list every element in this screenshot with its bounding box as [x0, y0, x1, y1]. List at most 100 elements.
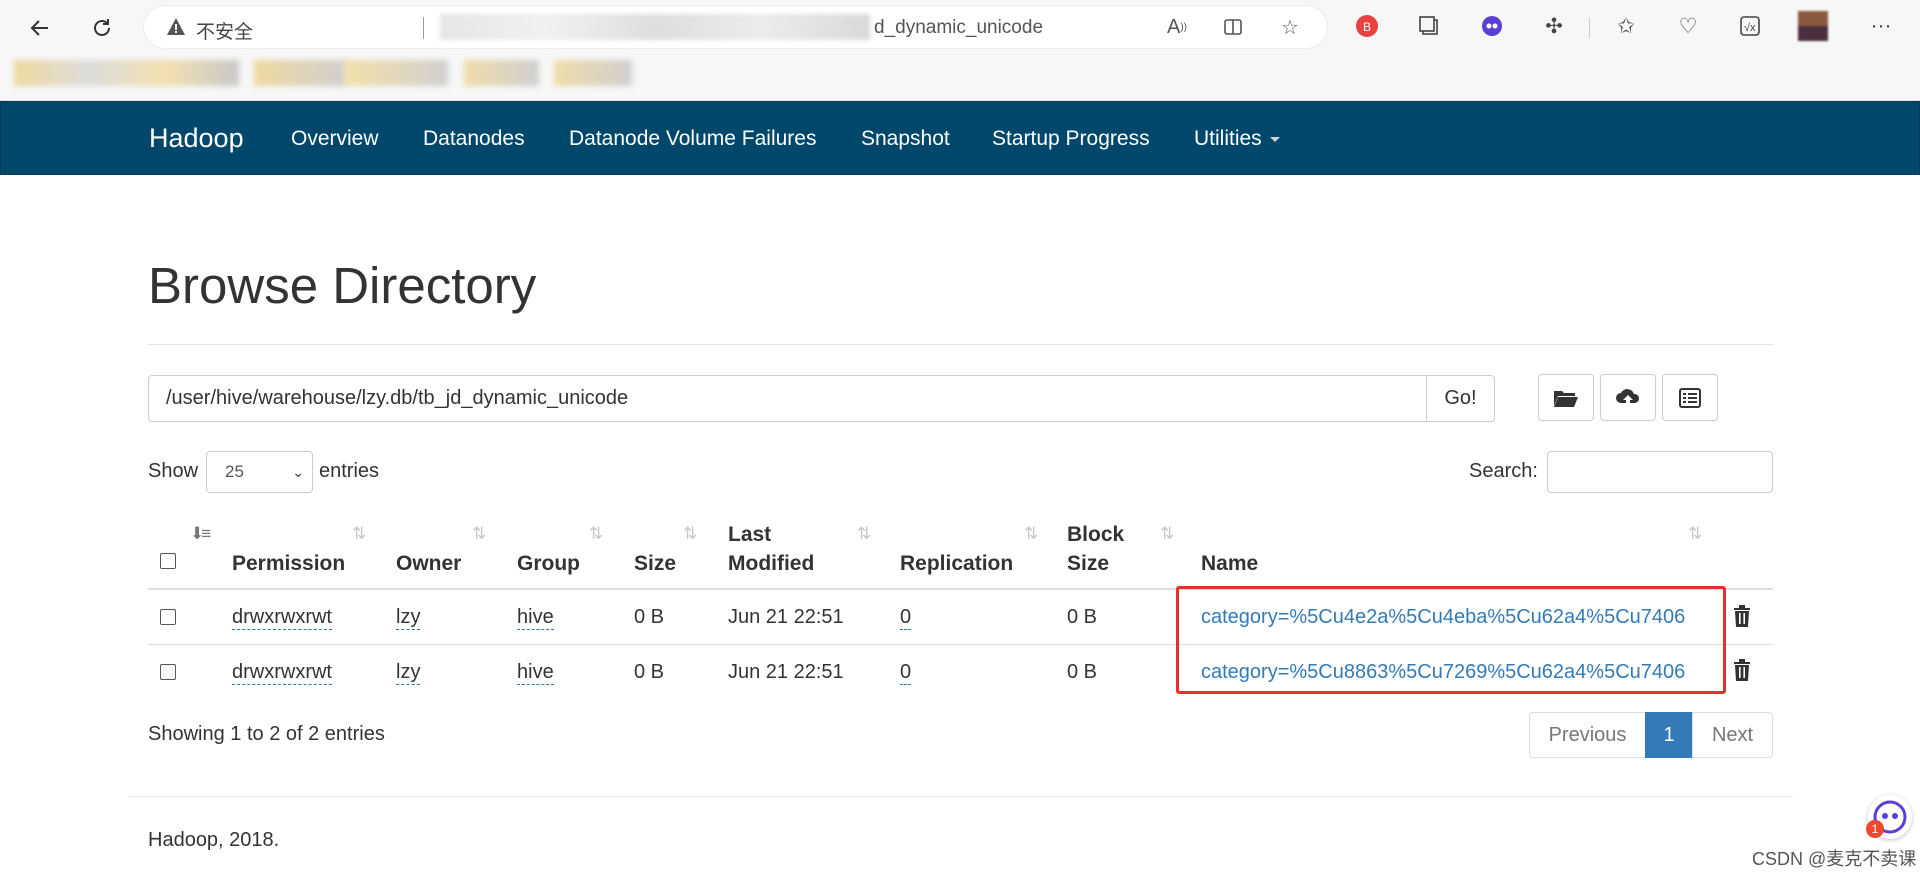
- nav-overview[interactable]: Overview: [291, 127, 379, 151]
- sort-icon[interactable]: ⇅: [352, 524, 366, 544]
- table-info: Showing 1 to 2 of 2 entries: [148, 723, 385, 745]
- split-screen-icon[interactable]: [1221, 15, 1245, 39]
- collections-icon[interactable]: [1414, 11, 1444, 41]
- more-menu-icon[interactable]: ···: [1866, 11, 1896, 41]
- bookmark-item[interactable]: [464, 60, 539, 86]
- cell-replication[interactable]: 0: [900, 661, 912, 685]
- current-page-button[interactable]: 1: [1645, 712, 1693, 758]
- show-label: Show: [148, 460, 199, 482]
- cell-replication[interactable]: 0: [900, 606, 912, 630]
- blurred-url: [440, 14, 870, 40]
- sort-icon[interactable]: ⇅: [683, 524, 697, 544]
- header-size[interactable]: Size: [634, 549, 676, 578]
- cell-block-size: 0 B: [1067, 606, 1098, 628]
- extensions-puzzle-icon[interactable]: ✣: [1539, 11, 1569, 41]
- header-last-modified-line2: Modified: [728, 552, 815, 575]
- upload-button[interactable]: [1600, 374, 1656, 421]
- search-input[interactable]: [1547, 451, 1773, 493]
- copilot-icon[interactable]: [1477, 11, 1507, 41]
- assistant-float-button[interactable]: 1: [1866, 795, 1912, 839]
- sort-icon[interactable]: ⇅: [589, 524, 603, 544]
- nav-snapshot[interactable]: Snapshot: [861, 127, 950, 151]
- notification-badge: 1: [1866, 820, 1884, 838]
- chevron-down-icon: ⌄: [292, 464, 304, 480]
- address-bar[interactable]: 不安全 d_dynamic_unicode A)) ☆: [144, 6, 1327, 48]
- trash-icon[interactable]: [1731, 658, 1753, 682]
- cut-paste-button[interactable]: [1662, 374, 1718, 421]
- header-block-size-line1: Block: [1067, 523, 1125, 546]
- caret-down-icon: [1269, 136, 1280, 142]
- row-checkbox[interactable]: [160, 609, 176, 625]
- cell-owner[interactable]: lzy: [396, 606, 421, 630]
- header-name[interactable]: Name: [1201, 549, 1258, 578]
- cell-size: 0 B: [634, 606, 665, 628]
- page-length-value: 25: [225, 462, 244, 481]
- browser-chrome: 不安全 d_dynamic_unicode A)) ☆ B ✣ ✩ ♡ √x ·…: [0, 0, 1920, 101]
- cell-group[interactable]: hive: [517, 661, 554, 685]
- sort-desc-icon[interactable]: ⬇≡: [190, 524, 211, 544]
- read-aloud-icon[interactable]: A)): [1165, 15, 1189, 39]
- directory-path-input[interactable]: [148, 375, 1427, 422]
- folder-open-icon: [1554, 390, 1578, 407]
- footer-divider: [128, 796, 1793, 797]
- browser-essentials-icon[interactable]: ♡: [1673, 11, 1703, 41]
- extension-red-icon[interactable]: B: [1352, 11, 1382, 41]
- cell-permission[interactable]: drwxrwxrwt: [232, 661, 332, 685]
- nav-startup-progress[interactable]: Startup Progress: [992, 127, 1150, 151]
- header-replication[interactable]: Replication: [900, 549, 1013, 578]
- svg-text:B: B: [1363, 20, 1371, 34]
- select-all-checkbox[interactable]: [160, 553, 176, 569]
- bookmark-item[interactable]: [254, 60, 347, 86]
- trash-icon[interactable]: [1731, 604, 1753, 628]
- navbar-brand[interactable]: Hadoop: [149, 123, 244, 154]
- cloud-upload-icon: [1616, 388, 1640, 406]
- header-block-size[interactable]: Block Size: [1067, 520, 1124, 578]
- sort-icon[interactable]: ⇅: [1024, 524, 1038, 544]
- header-permission[interactable]: Permission: [232, 549, 345, 578]
- cell-permission[interactable]: drwxrwxrwt: [232, 606, 332, 630]
- bookmark-item[interactable]: [14, 60, 239, 86]
- bookmark-item[interactable]: [554, 60, 632, 86]
- math-solver-icon[interactable]: √x: [1735, 11, 1765, 41]
- header-owner[interactable]: Owner: [396, 549, 461, 578]
- svg-text:√x: √x: [1744, 22, 1756, 34]
- page-length-select[interactable]: 25 ⌄: [206, 451, 313, 493]
- nav-datanode-volume-failures[interactable]: Datanode Volume Failures: [569, 127, 816, 151]
- page-title: Browse Directory: [148, 257, 537, 314]
- profile-avatar[interactable]: [1797, 11, 1829, 41]
- watermark: CSDN @麦克不卖课: [1752, 849, 1917, 869]
- favorites-icon[interactable]: ✩: [1611, 11, 1641, 41]
- hadoop-navbar: Hadoop Overview Datanodes Datanode Volum…: [0, 101, 1920, 175]
- sort-icon[interactable]: ⇅: [472, 524, 486, 544]
- bookmarks-bar: [14, 58, 634, 88]
- insecure-label: 不安全: [196, 22, 254, 43]
- sort-icon[interactable]: ⇅: [1688, 524, 1702, 544]
- next-page-button[interactable]: Next: [1692, 712, 1773, 758]
- header-last-modified-line1: Last: [728, 523, 772, 546]
- list-alt-icon: [1679, 387, 1701, 408]
- back-icon[interactable]: [24, 12, 56, 44]
- sort-icon[interactable]: ⇅: [857, 524, 871, 544]
- url-text: d_dynamic_unicode: [874, 17, 1044, 38]
- header-group[interactable]: Group: [517, 549, 580, 578]
- previous-page-button[interactable]: Previous: [1529, 712, 1646, 758]
- address-separator: [423, 17, 424, 39]
- cell-size: 0 B: [634, 661, 665, 683]
- cell-owner[interactable]: lzy: [396, 661, 421, 685]
- favorite-star-icon[interactable]: ☆: [1278, 15, 1302, 39]
- highlight-annotation-box: [1176, 586, 1726, 694]
- create-directory-button[interactable]: [1538, 374, 1594, 421]
- cell-last-modified: Jun 21 22:51: [728, 661, 844, 683]
- row-checkbox[interactable]: [160, 664, 176, 680]
- cell-last-modified: Jun 21 22:51: [728, 606, 844, 628]
- go-button[interactable]: Go!: [1426, 375, 1495, 422]
- bookmark-item[interactable]: [344, 60, 448, 86]
- cell-block-size: 0 B: [1067, 661, 1098, 683]
- nav-utilities-label: Utilities: [1194, 127, 1262, 150]
- nav-datanodes[interactable]: Datanodes: [423, 127, 525, 151]
- cell-group[interactable]: hive: [517, 606, 554, 630]
- sort-icon[interactable]: ⇅: [1160, 524, 1174, 544]
- nav-utilities[interactable]: Utilities: [1194, 127, 1280, 151]
- refresh-icon[interactable]: [86, 12, 118, 44]
- header-last-modified[interactable]: Last Modified: [728, 520, 814, 578]
